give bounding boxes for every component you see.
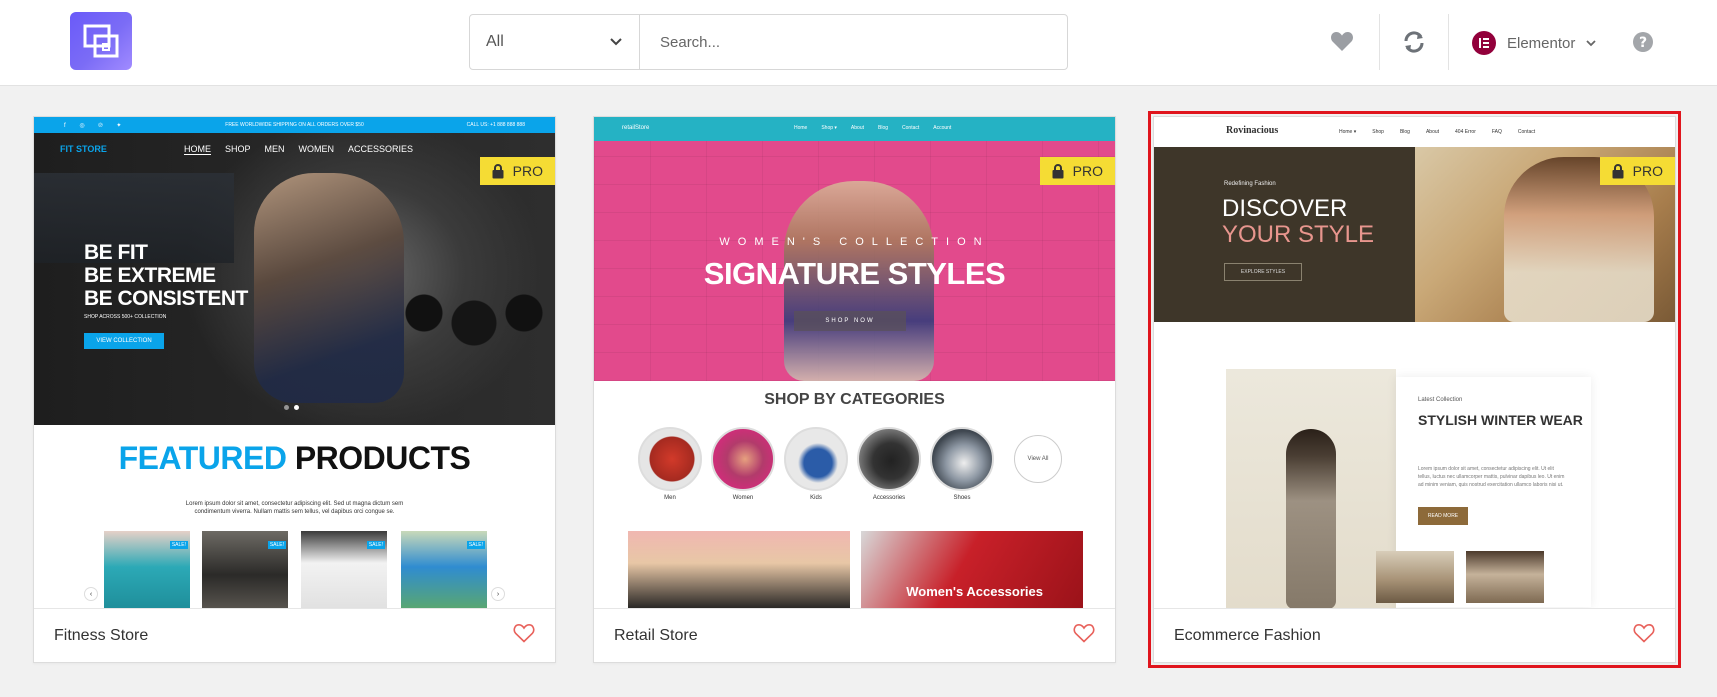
preview-section-title: SHOP BY CATEGORIES xyxy=(764,391,945,408)
chevron-right-icon: › xyxy=(491,587,505,601)
pro-badge: PRO xyxy=(1599,157,1675,185)
preview-headline-accent: YOUR STYLE xyxy=(1222,221,1375,248)
search-bar: All xyxy=(469,14,1068,70)
preview-kicker: Redefining Fashion xyxy=(1224,181,1276,187)
preview-topbar: Rovinacious Home ▾ Shop Blog About 404 E… xyxy=(1154,117,1675,147)
template-card-footer: Fitness Store xyxy=(34,608,555,662)
template-preview[interactable]: Rovinacious Home ▾ Shop Blog About 404 E… xyxy=(1154,117,1675,608)
template-title: Fitness Store xyxy=(54,627,149,644)
preview-brand: retailStore xyxy=(622,125,650,131)
preview-topbar: f ◎ ℗ ✦ FREE WORLDWIDE SHIPPING ON ALL O… xyxy=(34,117,555,133)
preview-product: SALE! xyxy=(202,531,288,608)
preview-phone: CALL US: +1 888 888 888 xyxy=(466,122,525,128)
preview-thumbnail xyxy=(1376,551,1454,603)
template-title: Ecommerce Fashion xyxy=(1174,627,1321,644)
account-name: Elementor xyxy=(1507,34,1576,52)
template-preview[interactable]: retailStore Home Shop ▾ About Blog Conta… xyxy=(594,117,1115,608)
preview-hero-image: FIT STORE HOME SHOP MEN WOMEN ACCESSORIE… xyxy=(34,133,555,425)
preview-menu: Home ▾ Shop Blog About 404 Error FAQ Con… xyxy=(1339,129,1536,135)
preview-hero-image: WOMEN'S COLLECTION SIGNATURE STYLES SHOP… xyxy=(594,141,1115,381)
preview-thumbnail xyxy=(1466,551,1544,603)
pro-badge: PRO xyxy=(1039,157,1115,185)
preview-category: Women xyxy=(711,427,775,501)
template-preview[interactable]: f ◎ ℗ ✦ FREE WORLDWIDE SHIPPING ON ALL O… xyxy=(34,117,555,608)
preview-category: Shoes xyxy=(930,427,994,501)
help-icon[interactable]: ? xyxy=(1632,31,1654,53)
preview-cta: SHOP NOW xyxy=(794,311,906,331)
favorite-heart-icon[interactable] xyxy=(1073,623,1095,643)
preview-headline: SIGNATURE STYLES xyxy=(703,256,1006,291)
sync-icon[interactable] xyxy=(1402,30,1426,54)
preview-featured-title: FEATURED PRODUCTS xyxy=(118,440,471,476)
account-menu[interactable]: Elementor xyxy=(1472,28,1597,58)
template-card-footer: Retail Store xyxy=(594,608,1115,662)
top-bar: All Elementor ? xyxy=(0,0,1717,86)
svg-text:?: ? xyxy=(1639,35,1647,51)
preview-view-all: View All xyxy=(1014,435,1062,483)
preview-subline: SHOP ACROSS 500+ COLLECTION xyxy=(84,314,167,320)
preview-product: SALE! xyxy=(104,531,190,608)
preview-category: Men xyxy=(638,427,702,501)
preview-model-image xyxy=(1226,369,1396,608)
template-card[interactable]: retailStore Home Shop ▾ About Blog Conta… xyxy=(593,116,1116,663)
preview-menu: HOME SHOP MEN WOMEN ACCESSORIES xyxy=(184,143,414,155)
template-card-footer: Ecommerce Fashion xyxy=(1154,608,1675,662)
template-card-selected[interactable]: Rovinacious Home ▾ Shop Blog About 404 E… xyxy=(1148,111,1681,668)
favorite-heart-icon[interactable] xyxy=(513,623,535,643)
heart-icon[interactable] xyxy=(1330,30,1354,52)
preview-topbar: retailStore Home Shop ▾ About Blog Conta… xyxy=(594,117,1115,141)
search-input[interactable] xyxy=(640,15,1067,69)
preview-hero-image: Redefining Fashion DISCOVER YOUR STYLE E… xyxy=(1154,147,1675,322)
preview-brand: FIT STORE xyxy=(60,144,107,154)
header-divider xyxy=(1379,14,1380,70)
chevron-left-icon: ‹ xyxy=(84,587,98,601)
favorite-heart-icon[interactable] xyxy=(1633,623,1655,643)
chevron-down-icon xyxy=(610,38,622,46)
elementor-logo-icon xyxy=(1472,31,1496,55)
preview-cta: EXPLORE STYLES xyxy=(1224,263,1302,281)
preview-tile: Women's Accessories xyxy=(861,531,1083,608)
preview-tile xyxy=(628,531,850,608)
preview-brand: Rovinacious xyxy=(1226,125,1279,136)
preview-menu: Home Shop ▾ About Blog Contact Account xyxy=(794,125,952,131)
template-title: Retail Store xyxy=(614,627,698,644)
pro-badge: PRO xyxy=(479,157,555,185)
preview-kicker: WOMEN'S COLLECTION xyxy=(719,236,990,248)
preview-product: SALE! xyxy=(401,531,487,608)
preview-category: Accessories xyxy=(857,427,921,501)
preview-headline: BE FIT BE EXTREME BE CONSISTENT xyxy=(84,241,248,310)
preview-featured-text: Lorem ipsum dolor sit amet, consectetur … xyxy=(185,501,404,515)
preview-product: SALE! xyxy=(301,531,387,608)
lock-icon xyxy=(1052,163,1064,178)
preview-notice: FREE WORLDWIDE SHIPPING ON ALL ORDERS OV… xyxy=(225,122,364,128)
preview-category: Kids xyxy=(784,427,848,501)
template-card[interactable]: f ◎ ℗ ✦ FREE WORLDWIDE SHIPPING ON ALL O… xyxy=(33,116,556,663)
category-select-value: All xyxy=(486,33,504,50)
preview-cta: VIEW COLLECTION xyxy=(84,333,164,349)
chevron-down-icon xyxy=(1586,40,1597,47)
header-divider xyxy=(1448,14,1449,70)
app-logo[interactable] xyxy=(70,12,132,70)
preview-headline: DISCOVER xyxy=(1222,195,1348,222)
lock-icon xyxy=(1612,163,1624,178)
lock-icon xyxy=(492,163,504,178)
category-select[interactable]: All xyxy=(470,15,640,69)
